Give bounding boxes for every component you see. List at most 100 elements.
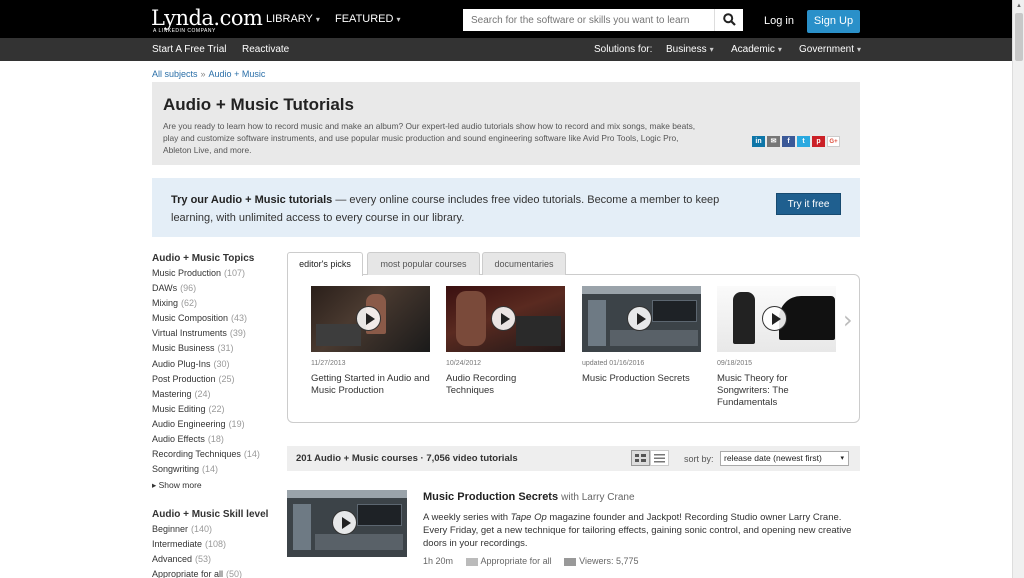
thumbnail-figure bbox=[733, 292, 755, 344]
thumbnail-mixer bbox=[315, 534, 403, 550]
play-icon[interactable] bbox=[332, 510, 357, 535]
course-listing-title[interactable]: Music Production Secrets with Larry Cran… bbox=[423, 491, 635, 503]
course-title[interactable]: Audio Recording Techniques bbox=[446, 373, 566, 397]
skill-item[interactable]: Intermediate (108) bbox=[152, 537, 242, 552]
topic-item[interactable]: Post Production (25) bbox=[152, 372, 260, 387]
start-free-trial-link[interactable]: Start A Free Trial bbox=[152, 44, 226, 55]
play-icon[interactable] bbox=[762, 306, 787, 331]
reactivate-link[interactable]: Reactivate bbox=[242, 44, 289, 55]
course-thumbnail[interactable] bbox=[717, 286, 836, 352]
signup-button[interactable]: Sign Up bbox=[807, 10, 860, 33]
closed-captions-icon bbox=[564, 557, 577, 566]
skill-item[interactable]: Appropriate for all (50) bbox=[152, 567, 242, 578]
nav-featured[interactable]: FEATURED ▾ bbox=[335, 13, 400, 25]
play-icon[interactable] bbox=[627, 306, 652, 331]
nav-government[interactable]: Government ▾ bbox=[799, 44, 861, 55]
course-duration: 1h 20m bbox=[423, 556, 454, 566]
topic-item[interactable]: Mastering (24) bbox=[152, 387, 260, 402]
nav-academic[interactable]: Academic ▾ bbox=[731, 44, 782, 55]
topic-item[interactable]: Mixing (62) bbox=[152, 296, 260, 311]
scroll-thumb[interactable] bbox=[1015, 13, 1023, 61]
skill-item[interactable]: Advanced (53) bbox=[152, 552, 242, 567]
login-link[interactable]: Log in bbox=[764, 15, 794, 27]
tab-most-popular[interactable]: most popular courses bbox=[367, 252, 480, 275]
search-button[interactable] bbox=[714, 9, 743, 31]
promo-bold: Try our Audio + Music tutorials bbox=[171, 194, 333, 206]
course-title[interactable]: Music Production Secrets bbox=[582, 373, 702, 385]
chevron-right-icon[interactable]: › bbox=[843, 306, 853, 334]
course-thumbnail[interactable] bbox=[582, 286, 701, 352]
breadcrumb-all-subjects[interactable]: All subjects bbox=[152, 69, 198, 79]
course-date: updated 01/16/2016 bbox=[582, 360, 645, 367]
search-icon bbox=[723, 13, 736, 26]
thumbnail-equipment bbox=[316, 324, 361, 346]
topic-item[interactable]: Music Editing (22) bbox=[152, 402, 260, 417]
topic-label: Music Editing bbox=[152, 403, 206, 414]
topic-count: (31) bbox=[217, 343, 234, 354]
sort-select[interactable]: release date (newest first) ▾ bbox=[720, 451, 849, 466]
course-card[interactable]: updated 01/16/2016 Music Production Secr… bbox=[582, 286, 702, 385]
try-it-free-button[interactable]: Try it free bbox=[776, 193, 841, 215]
facebook-icon[interactable]: f bbox=[782, 136, 795, 147]
breadcrumb-audio-music[interactable]: Audio + Music bbox=[209, 69, 266, 79]
twitter-icon[interactable]: t bbox=[797, 136, 810, 147]
lynda-logo[interactable]: Lynda.com A LINKEDIN COMPANY bbox=[151, 6, 263, 34]
play-icon[interactable] bbox=[491, 306, 516, 331]
pinterest-icon[interactable]: p bbox=[812, 136, 825, 147]
skill-level-heading: Audio + Music Skill level bbox=[152, 509, 269, 520]
topic-item[interactable]: Virtual Instruments (39) bbox=[152, 326, 260, 341]
list-view-icon[interactable] bbox=[650, 450, 669, 466]
course-thumbnail[interactable] bbox=[311, 286, 430, 352]
topic-item[interactable]: Audio Plug-Ins (30) bbox=[152, 357, 260, 372]
topic-item[interactable]: Music Production (107) bbox=[152, 266, 260, 281]
play-icon[interactable] bbox=[356, 306, 381, 331]
breadcrumb-separator: » bbox=[200, 69, 206, 79]
course-listing-thumbnail[interactable] bbox=[287, 490, 407, 557]
grid-view-icon[interactable] bbox=[631, 450, 650, 466]
nav-government-label: Government bbox=[799, 44, 855, 55]
nav-library[interactable]: LIBRARY ▾ bbox=[266, 13, 320, 25]
course-date: 10/24/2012 bbox=[446, 360, 482, 367]
topic-item[interactable]: Recording Techniques (14) bbox=[152, 447, 260, 462]
course-thumbnail[interactable] bbox=[446, 286, 565, 352]
course-listing-meta: 1h 20m Appropriate for all Viewers: 5,77… bbox=[423, 556, 638, 566]
nav-business[interactable]: Business ▾ bbox=[666, 44, 714, 55]
nav-featured-label: FEATURED bbox=[335, 13, 394, 25]
course-title[interactable]: Music Theory for Songwriters: The Fundam… bbox=[717, 373, 837, 409]
chevron-down-icon: ▾ bbox=[777, 45, 782, 54]
course-card[interactable]: 11/27/2013 Getting Started in Audio and … bbox=[311, 286, 431, 397]
tab-editors-picks[interactable]: editor's picks bbox=[287, 252, 363, 276]
topic-count: (39) bbox=[229, 328, 246, 339]
topic-count: (19) bbox=[228, 418, 245, 429]
search-input[interactable] bbox=[463, 9, 714, 31]
grid-view-glyph bbox=[635, 454, 646, 462]
google-plus-icon[interactable]: G+ bbox=[827, 136, 840, 147]
topic-count: (107) bbox=[224, 268, 246, 278]
show-more-link[interactable]: ▸ Show more bbox=[152, 480, 202, 491]
topic-item[interactable]: DAWs (96) bbox=[152, 281, 260, 296]
topic-item[interactable]: Music Composition (43) bbox=[152, 311, 260, 326]
course-card[interactable]: 10/24/2012 Audio Recording Techniques bbox=[446, 286, 566, 397]
course-title[interactable]: Getting Started in Audio and Music Produ… bbox=[311, 373, 431, 397]
solutions-label: Solutions for: bbox=[594, 44, 653, 55]
chevron-down-icon: ▾ bbox=[396, 15, 401, 24]
scroll-up-arrow-icon[interactable]: ▲ bbox=[1016, 3, 1022, 9]
course-card[interactable]: 09/18/2015 Music Theory for Songwriters:… bbox=[717, 286, 837, 409]
email-icon[interactable]: ✉ bbox=[767, 136, 780, 147]
skill-item[interactable]: Beginner (140) bbox=[152, 522, 242, 537]
topic-item[interactable]: Music Business (31) bbox=[152, 341, 260, 356]
course-level: Appropriate for all bbox=[480, 556, 552, 566]
skill-label: Intermediate bbox=[152, 539, 203, 550]
topic-item[interactable]: Audio Engineering (19) bbox=[152, 417, 260, 432]
list-view-glyph bbox=[654, 454, 665, 463]
level-icon bbox=[465, 557, 478, 566]
thumbnail-toolbar bbox=[582, 286, 701, 294]
topic-item[interactable]: Audio Effects (18) bbox=[152, 432, 260, 447]
course-author: with Larry Crane bbox=[561, 492, 635, 503]
topic-label: Audio Engineering bbox=[152, 418, 226, 429]
topic-item[interactable]: Songwriting (14) bbox=[152, 462, 260, 477]
tab-documentaries[interactable]: documentaries bbox=[482, 252, 566, 275]
linkedin-icon[interactable]: in bbox=[752, 136, 765, 147]
page-scrollbar[interactable]: ▲ bbox=[1012, 0, 1024, 578]
chevron-down-icon: ▾ bbox=[857, 45, 862, 54]
